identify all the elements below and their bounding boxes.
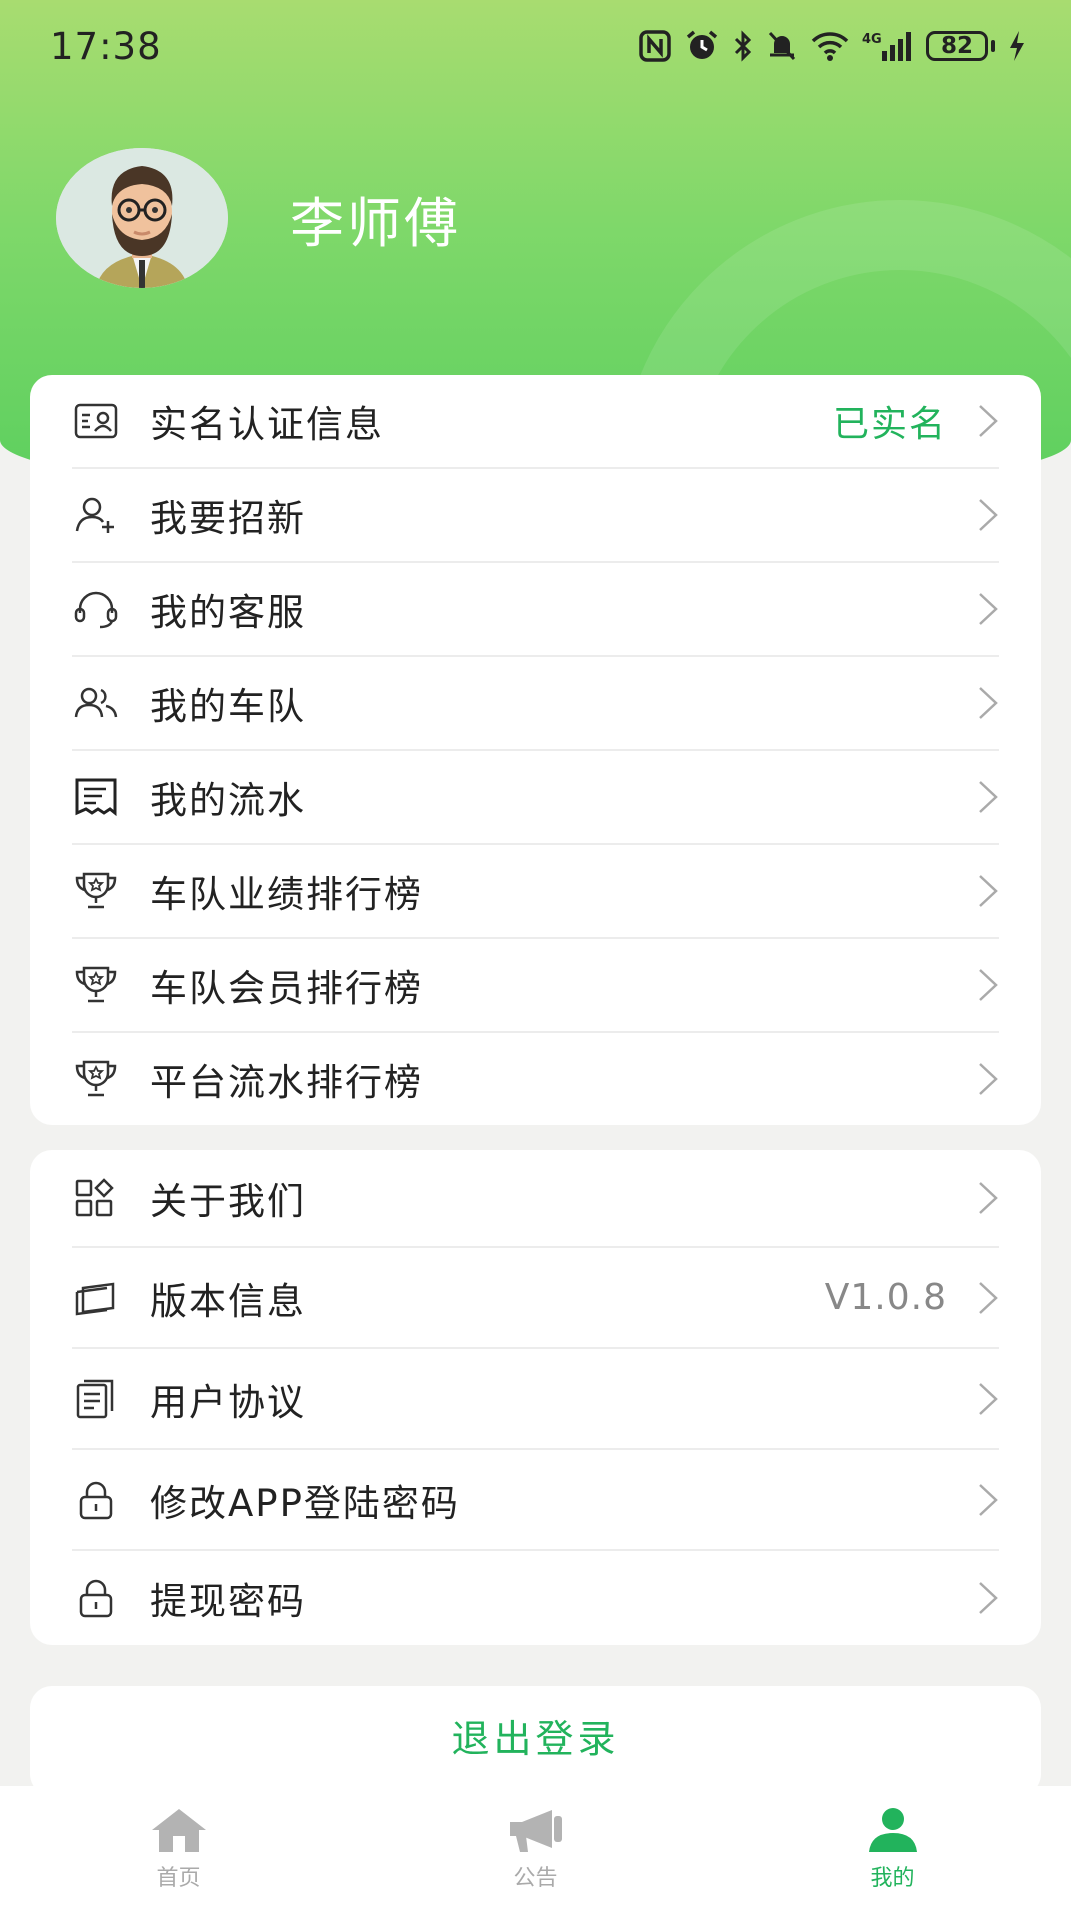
menu-item-label: 车队业绩排行榜 [150, 873, 423, 916]
menu-item-label: 实名认证信息 [150, 403, 384, 446]
signal-4g-icon: 4G [862, 32, 911, 61]
tab-home[interactable]: 首页 [0, 1786, 357, 1911]
chevron-right-icon [979, 969, 998, 1001]
chevron-right-icon [979, 1582, 998, 1614]
mute-bell-icon [768, 31, 796, 61]
chevron-right-icon [979, 687, 998, 719]
menu-item-recruit[interactable]: 我要招新 [72, 469, 999, 563]
tab-announcement[interactable]: 公告 [357, 1786, 714, 1911]
charging-icon [1010, 31, 1024, 61]
battery-tip [991, 40, 995, 52]
menu-item-customer-service[interactable]: 我的客服 [72, 563, 999, 657]
menu-item-label: 我要招新 [150, 497, 306, 540]
logout-button[interactable]: 退出登录 [30, 1686, 1041, 1796]
menu-item-label: 我的流水 [150, 779, 306, 822]
menu-item-user-agreement[interactable]: 用户协议 [72, 1349, 999, 1450]
menu-item-label: 我的客服 [150, 591, 306, 634]
id-card-icon [72, 397, 120, 445]
chevron-right-icon [979, 593, 998, 625]
bottom-tab-bar: 首页 公告 我的 [0, 1786, 1071, 1911]
chevron-right-icon [979, 405, 998, 437]
tab-mine[interactable]: 我的 [714, 1786, 1071, 1911]
user-name: 李师傅 [290, 191, 461, 255]
menu-item-label: 修改APP登陆密码 [150, 1481, 460, 1525]
logout-label: 退出登录 [451, 1716, 620, 1761]
user-icon [868, 1808, 917, 1852]
document-icon [72, 1375, 120, 1423]
menu-item-label: 版本信息 [150, 1279, 306, 1323]
profile-header: 李师傅 [56, 148, 461, 288]
apps-icon [72, 1174, 120, 1222]
alarm-icon [686, 30, 718, 59]
menu-card-secondary: 关于我们 版本信息 V1.0.8 用户协议 修改APP登陆密码 提现密码 [30, 1150, 1041, 1645]
chevron-right-icon [979, 1182, 998, 1214]
bluetooth-icon [734, 30, 752, 62]
chevron-right-icon [979, 1483, 998, 1516]
lock-icon [72, 1574, 120, 1622]
menu-item-about-us[interactable]: 关于我们 [72, 1150, 999, 1248]
chevron-right-icon [979, 781, 998, 813]
menu-item-version-info[interactable]: 版本信息 V1.0.8 [72, 1248, 999, 1349]
team-icon [72, 679, 120, 727]
menu-item-change-login-password[interactable]: 修改APP登陆密码 [72, 1450, 999, 1551]
menu-item-my-transactions[interactable]: 我的流水 [72, 751, 999, 845]
chevron-right-icon [979, 1281, 998, 1314]
menu-item-label: 平台流水排行榜 [150, 1061, 423, 1104]
menu-item-my-team[interactable]: 我的车队 [72, 657, 999, 751]
menu-item-team-performance-ranking[interactable]: 车队业绩排行榜 [72, 845, 999, 939]
battery-level: 82 [926, 31, 988, 61]
status-icons: 4G 82 [638, 29, 1027, 63]
menu-item-label: 车队会员排行榜 [150, 967, 423, 1010]
verified-status: 已实名 [832, 404, 947, 445]
trophy-icon [72, 867, 120, 915]
receipt-icon [72, 773, 120, 821]
tab-label: 首页 [156, 1866, 201, 1891]
status-time: 17:38 [50, 24, 162, 68]
battery-indicator: 82 [926, 31, 995, 61]
menu-item-label: 我的车队 [150, 685, 306, 728]
menu-item-platform-transaction-ranking[interactable]: 平台流水排行榜 [72, 1033, 999, 1125]
menu-item-withdraw-password[interactable]: 提现密码 [72, 1551, 999, 1645]
trophy-icon [72, 961, 120, 1009]
menu-item-team-member-ranking[interactable]: 车队会员排行榜 [72, 939, 999, 1033]
chevron-right-icon [979, 1063, 998, 1095]
menu-card-primary: 实名认证信息 已实名 我要招新 我的客服 我的车队 我的流水 车队业绩排行榜 车… [30, 375, 1041, 1125]
headset-icon [72, 585, 120, 633]
menu-item-label: 提现密码 [150, 1580, 306, 1623]
status-bar: 17:38 4G 82 [0, 0, 1071, 92]
layers-icon [72, 1274, 120, 1322]
trophy-icon [72, 1055, 120, 1103]
chevron-right-icon [979, 499, 998, 531]
chevron-right-icon [979, 875, 998, 907]
tab-label: 公告 [513, 1866, 558, 1891]
home-icon [151, 1809, 206, 1852]
tab-label: 我的 [870, 1866, 915, 1891]
menu-item-label: 关于我们 [150, 1180, 306, 1223]
megaphone-icon [509, 1810, 562, 1852]
lock-icon [72, 1476, 120, 1524]
menu-item-real-name[interactable]: 实名认证信息 已实名 [72, 375, 999, 469]
chevron-right-icon [979, 1382, 998, 1415]
nfc-icon [639, 30, 671, 62]
svg-text:4G: 4G [862, 32, 882, 47]
user-add-icon [72, 491, 120, 539]
menu-item-label: 用户协议 [150, 1380, 306, 1424]
avatar[interactable] [56, 148, 228, 288]
version-number: V1.0.8 [824, 1277, 947, 1318]
wifi-icon [811, 32, 849, 61]
